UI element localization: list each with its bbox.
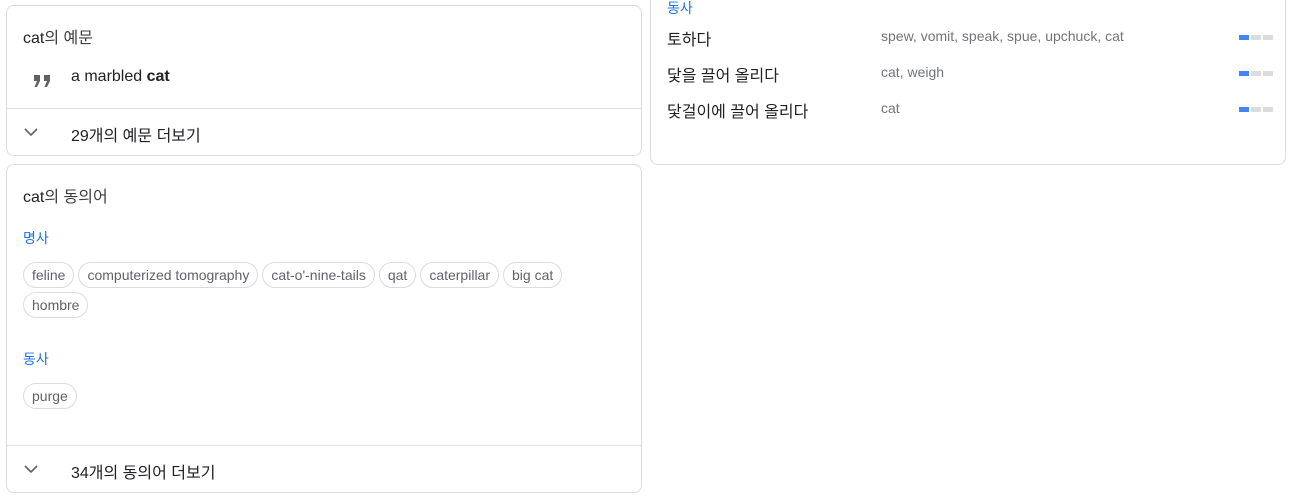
examples-card: cat의 예문 a marbled cat 29개의 예문 더보기 — [6, 5, 642, 156]
synonym-chip[interactable]: qat — [378, 262, 417, 288]
quote-icon — [34, 75, 50, 87]
translation-synonyms: cat, weigh — [881, 64, 945, 80]
frequency-bar-on — [1239, 35, 1249, 40]
translation-word: 토하다 — [667, 32, 712, 49]
frequency-bar-off — [1263, 71, 1273, 76]
frequency-bar-off — [1263, 35, 1273, 40]
example-sentence: a marbled cat — [71, 68, 170, 86]
example-text-before: a marbled — [71, 68, 147, 85]
verb-synonym-chips: purge — [23, 383, 625, 409]
translation-synonyms: spew, vomit, speak, spue, upchuck, cat — [881, 28, 1124, 44]
noun-synonym-chips: feline computerized tomography cat-o'-ni… — [23, 262, 625, 318]
translations-pos-verb: 동사 — [667, 0, 693, 16]
synonyms-title-word: cat — [23, 189, 45, 206]
synonym-chip[interactable]: caterpillar — [420, 262, 500, 288]
translation-row[interactable]: 닻걸이에 끌어 올리다 cat — [667, 90, 1273, 126]
translations-card: 동사 토하다 spew, vomit, speak, spue, upchuck… — [650, 0, 1286, 165]
frequency-bar-off — [1251, 107, 1261, 112]
translation-word: 닻걸이에 끌어 올리다 — [667, 104, 809, 121]
synonyms-title: cat의 동의어 — [23, 183, 108, 207]
frequency-bar-on — [1239, 71, 1249, 76]
synonym-chip[interactable]: purge — [23, 383, 77, 409]
chevron-down-icon — [24, 465, 38, 474]
frequency-bar-off — [1263, 107, 1273, 112]
translation-word: 닻을 끌어 올리다 — [667, 68, 779, 85]
more-synonyms-label: 34개의 동의어 더보기 — [71, 465, 216, 482]
synonyms-pos-noun: 명사 — [23, 230, 49, 246]
chevron-down-icon — [24, 128, 38, 137]
examples-title-suffix: 의 예문 — [44, 30, 93, 47]
synonym-chip[interactable]: feline — [23, 262, 75, 288]
examples-title: cat의 예문 — [23, 24, 93, 48]
translation-synonyms: cat — [881, 100, 900, 116]
more-synonyms-button[interactable]: 34개의 동의어 더보기 — [7, 446, 641, 492]
frequency-bar-on — [1239, 107, 1249, 112]
frequency-bar-off — [1251, 35, 1261, 40]
synonym-chip[interactable]: big cat — [503, 262, 563, 288]
example-highlight-word: cat — [146, 68, 170, 85]
examples-title-word: cat — [23, 30, 45, 47]
frequency-bar-off — [1251, 71, 1261, 76]
synonym-chip[interactable]: cat-o'-nine-tails — [262, 262, 375, 288]
more-examples-label: 29개의 예문 더보기 — [71, 128, 201, 145]
frequency-indicator — [1239, 107, 1273, 112]
more-examples-button[interactable]: 29개의 예문 더보기 — [7, 109, 641, 155]
frequency-indicator — [1239, 71, 1273, 76]
synonyms-pos-verb: 동사 — [23, 351, 49, 367]
synonym-chip[interactable]: computerized tomography — [78, 262, 259, 288]
synonyms-card: cat의 동의어 명사 feline computerized tomograp… — [6, 164, 642, 493]
frequency-indicator — [1239, 35, 1273, 40]
translation-row[interactable]: 토하다 spew, vomit, speak, spue, upchuck, c… — [667, 18, 1273, 54]
synonyms-title-suffix: 의 동의어 — [44, 189, 108, 206]
synonym-chip[interactable]: hombre — [23, 292, 89, 318]
translation-row[interactable]: 닻을 끌어 올리다 cat, weigh — [667, 54, 1273, 90]
